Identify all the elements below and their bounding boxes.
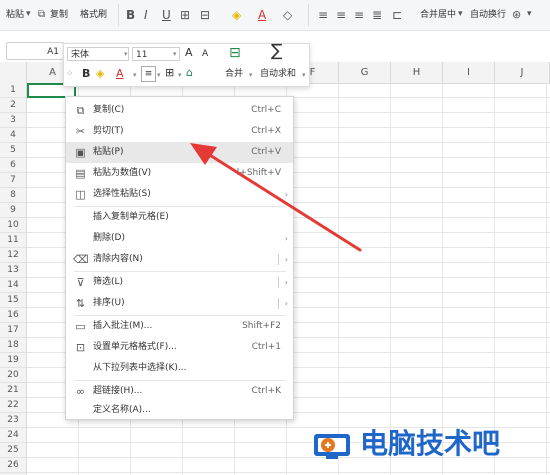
arrow-shaft (203, 150, 362, 252)
annotation-arrow (190, 143, 362, 252)
monitor-logo-icon (314, 434, 350, 459)
watermark-text: 电脑技术吧 (360, 427, 501, 460)
watermark: 电脑技术吧 (308, 424, 550, 464)
arrow-head (190, 143, 217, 165)
